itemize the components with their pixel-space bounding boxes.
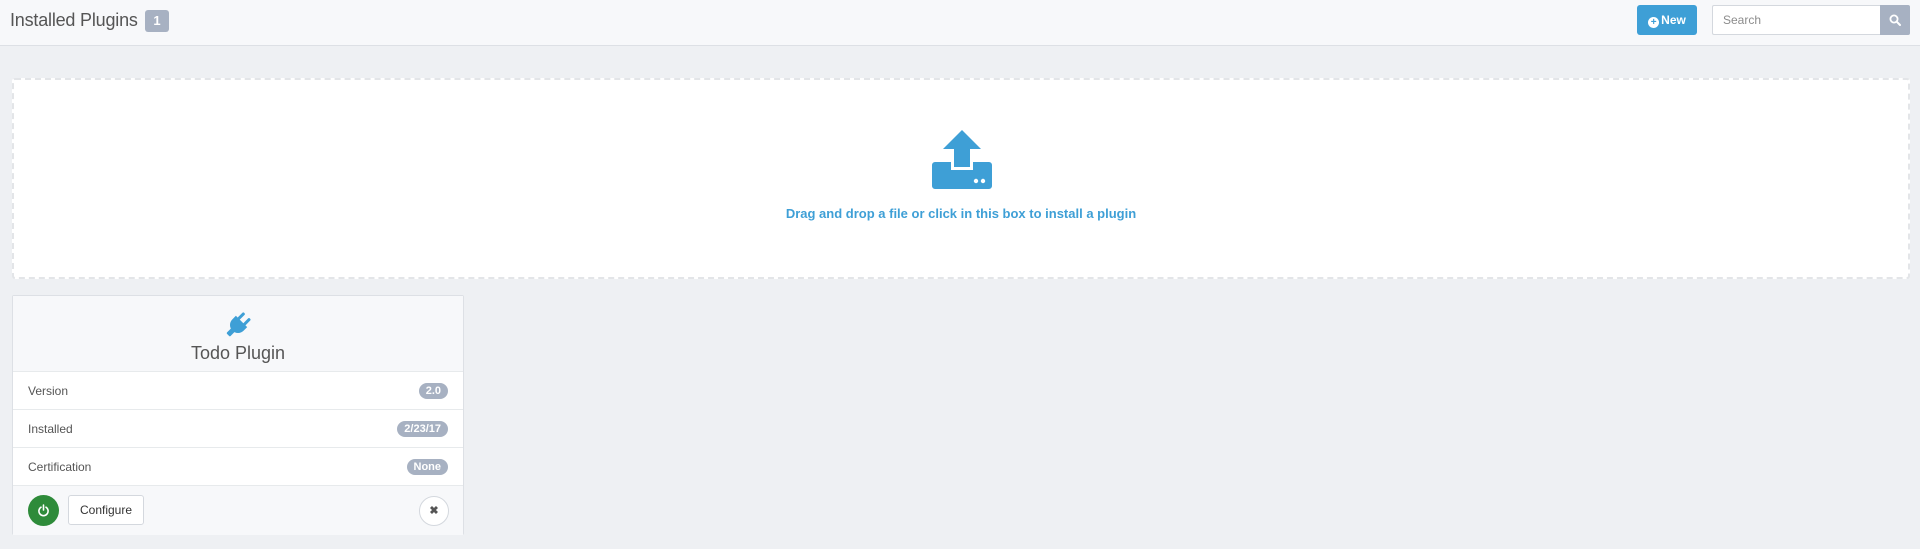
- new-plugin-button[interactable]: + New: [1637, 5, 1697, 35]
- search-box: [1712, 5, 1910, 35]
- plus-circle-icon: +: [1648, 17, 1660, 28]
- close-icon: ✖: [429, 505, 439, 517]
- upload-icon: [932, 130, 992, 189]
- plugin-count-badge: 1: [145, 10, 169, 32]
- remove-plugin-button[interactable]: ✖: [419, 496, 449, 526]
- plugin-info-row-version: Version 2.0: [13, 372, 463, 410]
- new-button-label: New: [1661, 13, 1686, 27]
- version-badge: 2.0: [418, 383, 448, 399]
- plugin-info-row-installed: Installed 2/23/17: [13, 410, 463, 448]
- enable-toggle-button[interactable]: [28, 495, 59, 526]
- info-label: Certification: [28, 460, 92, 474]
- dropzone-instructions: Drag and drop a file or click in this bo…: [785, 206, 1137, 221]
- page-title: Installed Plugins: [10, 10, 138, 30]
- plugin-info-row-certification: Certification None: [13, 448, 463, 486]
- plugin-name: Todo Plugin: [190, 343, 286, 363]
- plugin-card-footer: Configure ✖: [13, 486, 463, 535]
- configure-button[interactable]: Configure: [68, 495, 144, 525]
- plugin-dropzone[interactable]: Drag and drop a file or click in this bo…: [12, 78, 1910, 279]
- power-icon: [38, 504, 49, 517]
- info-label: Installed: [28, 422, 73, 436]
- page-header: Installed Plugins 1 + New: [0, 0, 1920, 46]
- search-input[interactable]: [1712, 5, 1880, 35]
- plug-icon: [226, 312, 251, 337]
- certification-badge: None: [406, 459, 448, 475]
- search-button[interactable]: [1880, 5, 1910, 35]
- info-label: Version: [28, 384, 69, 398]
- plugin-card-header: Todo Plugin: [13, 296, 463, 372]
- search-icon: [1889, 14, 1901, 26]
- plugin-card: Todo Plugin Version 2.0 Installed 2/23/1…: [12, 295, 464, 535]
- installed-date-badge: 2/23/17: [397, 421, 448, 437]
